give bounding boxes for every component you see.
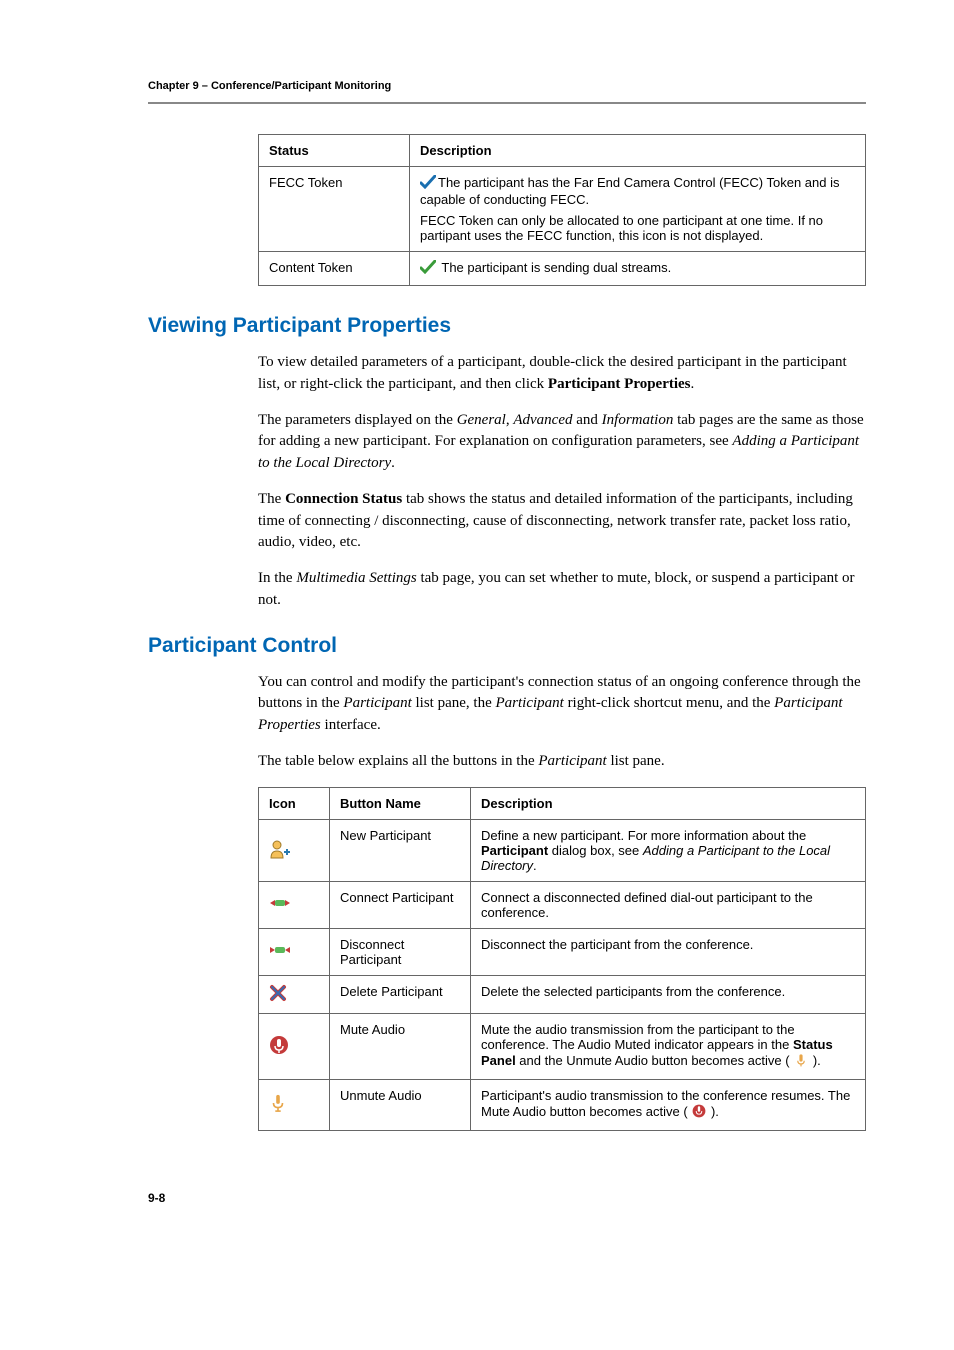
icon-cell bbox=[259, 819, 330, 881]
button-desc-cell: Connect a disconnected defined dial-out … bbox=[471, 881, 866, 928]
section-title-control: Participant Control bbox=[148, 634, 866, 658]
new-participant-icon bbox=[269, 847, 291, 862]
table-row: Unmute Audio Participant's audio transmi… bbox=[259, 1079, 866, 1130]
paragraph: To view detailed parameters of a partici… bbox=[258, 352, 866, 396]
desc-cell: The participant has the Far End Camera C… bbox=[410, 167, 866, 252]
disconnect-participant-icon bbox=[269, 945, 291, 960]
button-name-cell: Disconnect Participant bbox=[330, 928, 471, 975]
desc-text: The participant has the Far End Camera C… bbox=[420, 175, 840, 207]
status-cell: FECC Token bbox=[259, 167, 410, 252]
button-name-cell: Delete Participant bbox=[330, 975, 471, 1013]
button-name-cell: Unmute Audio bbox=[330, 1079, 471, 1130]
status-table: Status Description FECC Token The partic… bbox=[258, 134, 866, 286]
button-name-cell: New Participant bbox=[330, 819, 471, 881]
paragraph: You can control and modify the participa… bbox=[258, 672, 866, 737]
icon-cell bbox=[259, 1079, 330, 1130]
buttons-table: Icon Button Name Description New Pa bbox=[258, 787, 866, 1131]
desc-text: FECC Token can only be allocated to one … bbox=[420, 213, 823, 243]
chapter-header: Chapter 9 – Conference/Participant Monit… bbox=[148, 80, 866, 92]
status-header-status: Status bbox=[259, 135, 410, 167]
delete-participant-icon bbox=[269, 990, 287, 1005]
paragraph: In the Multimedia Settings tab page, you… bbox=[258, 568, 866, 612]
connect-participant-icon bbox=[269, 898, 291, 913]
unmute-audio-icon bbox=[269, 1101, 287, 1116]
status-header-desc: Description bbox=[410, 135, 866, 167]
button-desc-cell: Disconnect the participant from the conf… bbox=[471, 928, 866, 975]
table-row: FECC Token The participant has the Far E… bbox=[259, 167, 866, 252]
section2-body: You can control and modify the participa… bbox=[258, 672, 866, 1131]
paragraph: The parameters displayed on the General,… bbox=[258, 410, 866, 475]
table-row: Connect Participant Connect a disconnect… bbox=[259, 881, 866, 928]
buttons-header-desc: Description bbox=[471, 787, 866, 819]
section-title-viewing: Viewing Participant Properties bbox=[148, 314, 866, 338]
header-rule bbox=[148, 102, 866, 104]
button-desc-cell: Mute the audio transmission from the par… bbox=[471, 1013, 866, 1079]
button-name-cell: Mute Audio bbox=[330, 1013, 471, 1079]
button-desc-cell: Delete the selected participants from th… bbox=[471, 975, 866, 1013]
mute-audio-icon bbox=[269, 1043, 289, 1058]
desc-cell: The participant is sending dual streams. bbox=[410, 252, 866, 286]
buttons-header-icon: Icon bbox=[259, 787, 330, 819]
table-row: Mute Audio Mute the audio transmission f… bbox=[259, 1013, 866, 1079]
table-row: Disconnect Participant Disconnect the pa… bbox=[259, 928, 866, 975]
desc-text: The participant is sending dual streams. bbox=[441, 260, 671, 275]
page-number: 9-8 bbox=[148, 1191, 866, 1205]
table-row: Content Token The participant is sending… bbox=[259, 252, 866, 286]
icon-cell bbox=[259, 881, 330, 928]
button-desc-cell: Participant's audio transmission to the … bbox=[471, 1079, 866, 1130]
mute-audio-inline-icon bbox=[688, 1107, 711, 1122]
check-icon bbox=[420, 175, 436, 192]
check-icon bbox=[420, 260, 436, 277]
paragraph: The Connection Status tab shows the stat… bbox=[258, 489, 866, 554]
status-table-container: Status Description FECC Token The partic… bbox=[258, 134, 866, 286]
button-desc-cell: Define a new participant. For more infor… bbox=[471, 819, 866, 881]
table-header-row: Status Description bbox=[259, 135, 866, 167]
status-cell: Content Token bbox=[259, 252, 410, 286]
table-row: Delete Participant Delete the selected p… bbox=[259, 975, 866, 1013]
icon-cell bbox=[259, 975, 330, 1013]
button-name-cell: Connect Participant bbox=[330, 881, 471, 928]
table-header-row: Icon Button Name Description bbox=[259, 787, 866, 819]
page: Chapter 9 – Conference/Participant Monit… bbox=[0, 0, 954, 1265]
section1-body: To view detailed parameters of a partici… bbox=[258, 352, 866, 612]
buttons-header-name: Button Name bbox=[330, 787, 471, 819]
icon-cell bbox=[259, 928, 330, 975]
icon-cell bbox=[259, 1013, 330, 1079]
paragraph: The table below explains all the buttons… bbox=[258, 751, 866, 773]
table-row: New Participant Define a new participant… bbox=[259, 819, 866, 881]
unmute-audio-inline-icon bbox=[790, 1056, 813, 1071]
